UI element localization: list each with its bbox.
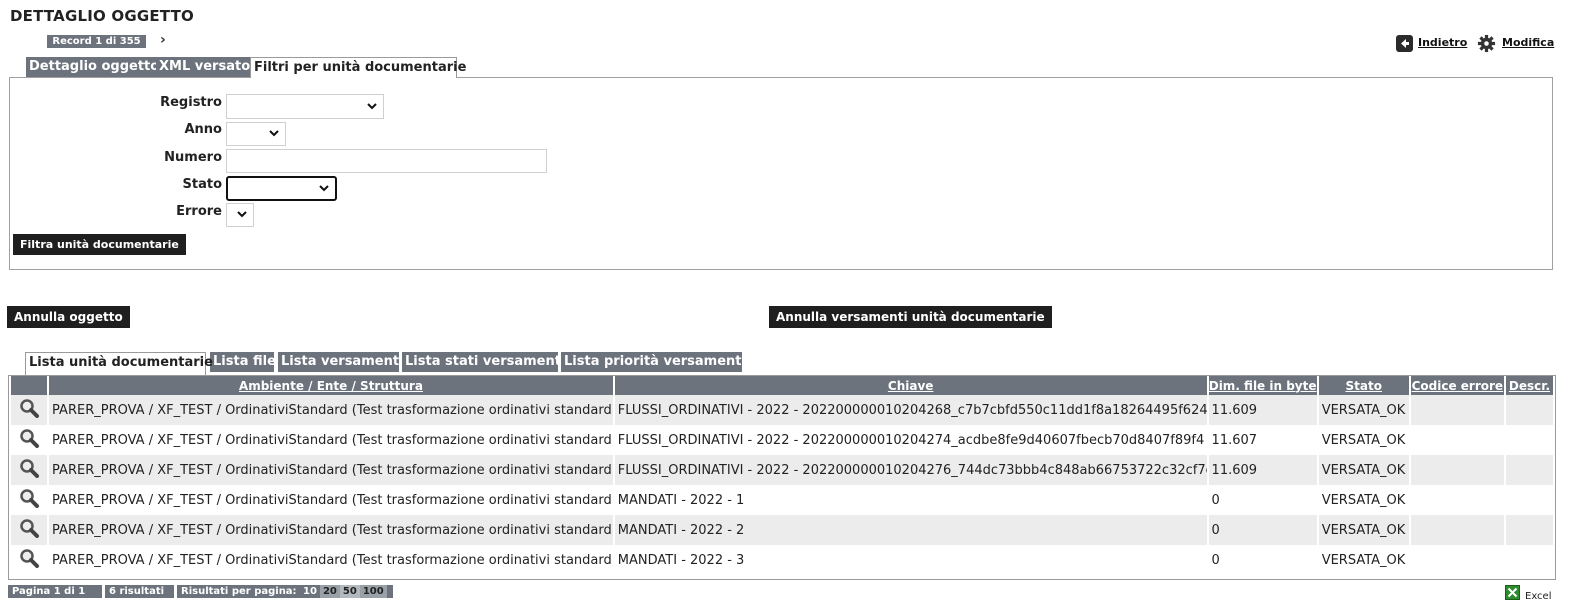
table-row: PARER_PROVA / XF_TEST / OrdinativiStanda… [11,425,1553,455]
cell-chiave: MANDATI - 2022 - 2 [614,515,1207,545]
chevron-down-icon [237,211,247,218]
cell-descr [1505,425,1553,455]
errore-label: Errore [176,204,222,219]
tab-lista-versamenti[interactable]: Lista versamenti [278,352,404,372]
cell-dim-file: 11.607 [1208,425,1317,455]
cell-codice-errore [1410,395,1504,425]
chevron-right-icon[interactable]: › [160,32,166,48]
table-row: PARER_PROVA / XF_TEST / OrdinativiStanda… [11,485,1553,515]
back-arrow-icon[interactable] [1396,35,1413,52]
gear-icon[interactable] [1477,34,1496,53]
per-page-50[interactable]: 50 [339,585,360,598]
tab-lista-priorita-versamento[interactable]: Lista priorità versamento [561,352,750,372]
chevron-down-icon [269,130,279,137]
cell-ambiente: PARER_PROVA / XF_TEST / OrdinativiStanda… [49,395,613,425]
tab-lista-unita-documentarie[interactable]: Lista unità documentarie [25,352,213,375]
cell-dim-file: 0 [1208,515,1317,545]
column-header-ambiente[interactable]: Ambiente / Ente / Struttura [49,376,613,395]
pager-page: Pagina 1 di 1 [8,585,102,598]
per-page-10[interactable]: 10 [300,585,320,598]
cell-ambiente: PARER_PROVA / XF_TEST / OrdinativiStanda… [49,515,613,545]
page-title: DETTAGLIO OGGETTO [10,7,194,25]
cell-stato: VERSATA_OK [1318,455,1409,485]
tab-lista-file[interactable]: Lista file [210,352,276,372]
cell-codice-errore [1410,485,1504,515]
cell-dim-file: 0 [1208,545,1317,575]
column-header-dim-file[interactable]: Dim. file in byte [1208,376,1317,395]
cell-stato: VERSATA_OK [1318,515,1409,545]
excel-export-label[interactable]: Excel [1525,591,1552,602]
per-page-100[interactable]: 100 [359,585,387,598]
record-counter: Record 1 di 355 [47,35,146,48]
magnifier-icon[interactable] [11,425,48,455]
magnifier-icon[interactable] [11,545,48,575]
cell-codice-errore [1410,425,1504,455]
table-row: PARER_PROVA / XF_TEST / OrdinativiStanda… [11,515,1553,545]
cell-codice-errore [1410,515,1504,545]
stato-label: Stato [182,177,223,192]
cell-dim-file: 11.609 [1208,395,1317,425]
cell-descr [1505,515,1553,545]
cell-chiave: FLUSSI_ORDINATIVI - 2022 - 2022000000102… [614,455,1207,485]
results-table: Ambiente / Ente / Struttura Chiave Dim. … [8,375,1556,580]
column-header-icon [11,376,48,395]
numero-label: Numero [164,150,222,165]
cell-descr [1505,485,1553,515]
cell-chiave: MANDATI - 2022 - 1 [614,485,1207,515]
cell-descr [1505,455,1553,485]
magnifier-icon[interactable] [11,395,48,425]
magnifier-icon[interactable] [11,485,48,515]
cancel-deposits-button[interactable]: Annulla versamenti unità documentarie [769,306,1052,328]
cell-ambiente: PARER_PROVA / XF_TEST / OrdinativiStanda… [49,485,613,515]
pager-per-page: Risultati per pagina: 10 20 50 100 [177,585,393,598]
registro-select[interactable] [226,94,384,119]
chevron-down-icon [367,102,377,109]
anno-label: Anno [184,122,222,137]
cell-chiave: FLUSSI_ORDINATIVI - 2022 - 2022000000102… [614,425,1207,455]
excel-icon[interactable] [1505,585,1520,600]
cell-ambiente: PARER_PROVA / XF_TEST / OrdinativiStanda… [49,425,613,455]
tab-lista-stati-versamenti[interactable]: Lista stati versamenti [402,352,565,372]
edit-link[interactable]: Modifica [1502,36,1554,49]
chevron-down-icon [319,184,329,191]
errore-select[interactable] [226,203,254,227]
pager-results: 6 risultati [105,585,174,598]
cell-dim-file: 11.609 [1208,455,1317,485]
table-row: PARER_PROVA / XF_TEST / OrdinativiStanda… [11,545,1553,575]
cell-ambiente: PARER_PROVA / XF_TEST / OrdinativiStanda… [49,455,613,485]
cell-stato: VERSATA_OK [1318,485,1409,515]
cell-stato: VERSATA_OK [1318,545,1409,575]
registro-label: Registro [160,95,222,110]
cell-dim-file: 0 [1208,485,1317,515]
cell-descr [1505,545,1553,575]
filter-button[interactable]: Filtra unità documentarie [13,234,186,255]
back-link[interactable]: Indietro [1418,36,1467,49]
column-header-chiave[interactable]: Chiave [614,376,1207,395]
cell-chiave: FLUSSI_ORDINATIVI - 2022 - 2022000000102… [614,395,1207,425]
cell-ambiente: PARER_PROVA / XF_TEST / OrdinativiStanda… [49,545,613,575]
magnifier-icon[interactable] [11,455,48,485]
column-header-descr[interactable]: Descr. [1505,376,1553,395]
table-row: PARER_PROVA / XF_TEST / OrdinativiStanda… [11,455,1553,485]
tab-filtri-unita-documentarie[interactable]: Filtri per unità documentarie [250,57,466,78]
tab-dettaglio-oggetto[interactable]: Dettaglio oggetto [26,57,163,77]
cell-stato: VERSATA_OK [1318,425,1409,455]
table-row: PARER_PROVA / XF_TEST / OrdinativiStanda… [11,395,1553,425]
per-page-20[interactable]: 20 [319,585,340,598]
cancel-object-button[interactable]: Annulla oggetto [7,306,130,328]
pager-per-page-label: Risultati per pagina: [181,586,297,597]
anno-select[interactable] [226,122,286,146]
column-header-stato[interactable]: Stato [1318,376,1409,395]
stato-select[interactable] [226,176,337,201]
tab-xml-versato[interactable]: XML versato [156,57,254,77]
cell-chiave: MANDATI - 2022 - 3 [614,545,1207,575]
magnifier-icon[interactable] [11,515,48,545]
cell-stato: VERSATA_OK [1318,395,1409,425]
cell-codice-errore [1410,545,1504,575]
cell-descr [1505,395,1553,425]
cell-codice-errore [1410,455,1504,485]
column-header-codice-errore[interactable]: Codice errore [1410,376,1504,395]
numero-input[interactable] [226,149,547,173]
